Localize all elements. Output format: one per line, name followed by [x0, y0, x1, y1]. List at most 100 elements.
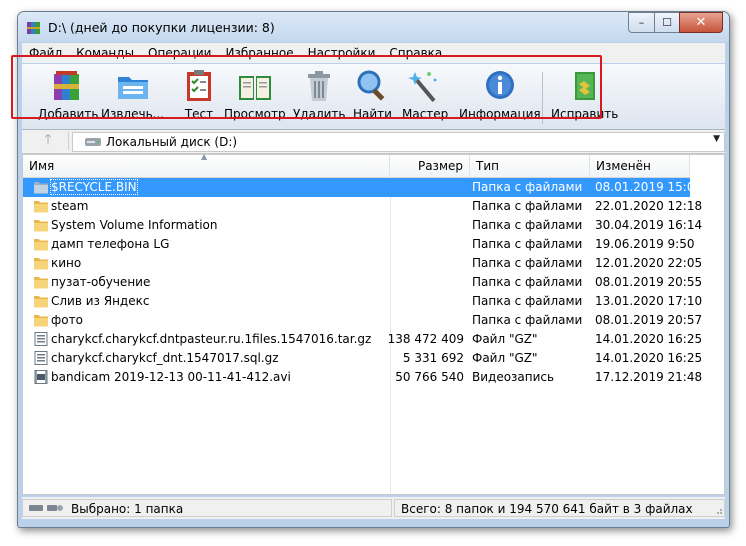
folder-icon	[34, 199, 48, 213]
file-row[interactable]: кино Папка с файлами 12.01.2020 22:05	[23, 254, 702, 273]
minimize-button[interactable]: –	[628, 12, 654, 33]
file-type: Видеозапись	[472, 370, 555, 384]
column-modified-label: Изменён	[596, 159, 651, 173]
close-button[interactable]: ✕	[679, 12, 723, 33]
column-type[interactable]: Тип	[470, 155, 590, 177]
maximize-button[interactable]: ☐	[654, 12, 679, 33]
file-name: $RECYCLE.BIN	[50, 179, 138, 195]
resize-grip-icon[interactable]	[713, 505, 723, 515]
find-button[interactable]: Найти	[353, 68, 392, 121]
view-label: Просмотр	[224, 107, 286, 121]
file-row[interactable]: пузат-обучение Папка с файлами 08.01.2019 …	[23, 273, 702, 292]
file-type: Папка с файлами	[472, 237, 583, 251]
find-magnifier-icon	[357, 70, 385, 101]
status-selected-text: Выбрано: 1 папка	[71, 502, 184, 516]
info-icon	[485, 71, 514, 99]
file-row[interactable]: bandicam 2019-12-13 00-11-41-412.avi 50 7…	[23, 368, 702, 387]
file-modified: 08.01.2019 20:55	[595, 275, 703, 289]
archive-file-icon	[34, 332, 48, 346]
file-modified: 08.01.2019 20:57	[595, 313, 703, 327]
wizard-button[interactable]: Мастер	[402, 68, 448, 121]
file-size: 138 472 409	[387, 332, 464, 346]
file-row[interactable]: steam Папка с файлами 22.01.2020 12:18	[23, 197, 702, 216]
file-row[interactable]: charykcf.charykcf.dntpasteur.ru.1files.1…	[23, 330, 702, 349]
file-type: Файл "GZ"	[472, 332, 538, 346]
status-total-text: Всего: 8 папок и 194 570 641 байт в 3 фа…	[401, 502, 693, 516]
trash-can-icon	[308, 71, 331, 101]
test-button[interactable]: Тест	[181, 68, 217, 121]
file-modified: 13.01.2020 17:10	[595, 294, 703, 308]
sort-up-icon: ▲	[201, 152, 208, 161]
drive-icon	[85, 138, 101, 146]
file-name: кино	[51, 256, 82, 270]
file-list[interactable]: Имя ▲ Размер Тип Изменён $RECYCLE.BIN Пап…	[22, 152, 725, 495]
file-modified: 08.01.2019 15:06	[595, 180, 703, 194]
file-size: 50 766 540	[395, 370, 464, 384]
video-file-icon	[34, 370, 48, 384]
list-header: Имя ▲ Размер Тип Изменён	[23, 152, 690, 178]
toolbar: Добавить Извлечь... Тест Просмотр Удалит…	[22, 64, 725, 130]
window-title: D:\ (дней до покупки лицензии: 8)	[48, 20, 275, 35]
file-modified: 14.01.2020 16:25	[595, 332, 703, 346]
file-type: Папка с файлами	[472, 180, 583, 194]
add-archive-icon	[54, 71, 80, 100]
file-modified: 30.04.2019 16:14	[595, 218, 703, 232]
file-type: Папка с файлами	[472, 294, 583, 308]
file-row[interactable]: фото Папка с файлами 08.01.2019 20:57	[23, 311, 702, 330]
file-type: Папка с файлами	[472, 199, 583, 213]
address-field[interactable]: Локальный диск (D:) ▼	[72, 132, 725, 152]
view-button[interactable]: Просмотр	[224, 68, 286, 121]
file-name: steam	[51, 199, 89, 213]
up-folder-button[interactable]: 🡑	[28, 132, 69, 150]
delete-label: Удалить	[293, 107, 346, 121]
status-bar: Выбрано: 1 папка Всего: 8 папок и 194 57…	[22, 497, 725, 519]
delete-button[interactable]: Удалить	[293, 68, 346, 121]
info-label: Информация	[459, 107, 541, 121]
folder-icon	[34, 294, 48, 308]
repair-button[interactable]: Исправить	[551, 68, 618, 121]
file-modified: 14.01.2020 16:25	[595, 351, 703, 365]
file-row[interactable]: charykcf.charykcf_dnt.1547017.sql.gz 5 33…	[23, 349, 702, 368]
column-type-label: Тип	[476, 159, 499, 173]
file-row[interactable]: дамп телефона LG Папка с файлами 19.06.201…	[23, 235, 694, 254]
file-name: bandicam 2019-12-13 00-11-41-412.avi	[51, 370, 291, 384]
folder-icon	[34, 218, 48, 232]
menu-favorites[interactable]: Избранное	[218, 46, 300, 60]
menu-help[interactable]: Справка	[382, 46, 449, 60]
file-row[interactable]: Слив из Яндекс Папка с файлами 13.01.2020 …	[23, 292, 702, 311]
test-clipboard-icon	[187, 70, 211, 101]
menu-operations[interactable]: Операции	[141, 46, 218, 60]
winrar-app-icon	[27, 22, 40, 34]
test-label: Тест	[184, 107, 214, 121]
menu-file[interactable]: Файл	[22, 46, 69, 60]
address-dropdown-icon[interactable]: ▼	[713, 134, 720, 144]
file-type: Файл "GZ"	[472, 351, 538, 365]
file-name: дамп телефона LG	[51, 237, 170, 251]
file-size: 5 331 692	[402, 351, 464, 365]
file-type: Папка с файлами	[472, 256, 583, 270]
info-button[interactable]: Информация	[459, 68, 541, 121]
wizard-wand-icon	[408, 72, 437, 103]
menu-commands[interactable]: Команды	[69, 46, 141, 60]
file-name: System Volume Information	[51, 218, 218, 232]
column-size[interactable]: Размер	[390, 155, 470, 177]
repair-label: Исправить	[551, 107, 619, 121]
file-row[interactable]: System Volume Information Папка с файлами…	[23, 216, 702, 235]
add-label: Добавить	[38, 107, 99, 121]
file-modified: 19.06.2019 9:50	[595, 237, 695, 251]
view-book-icon	[238, 76, 271, 100]
extract-button[interactable]: Извлечь...	[101, 68, 164, 121]
add-button[interactable]: Добавить	[38, 68, 98, 121]
column-modified[interactable]: Изменён	[590, 155, 690, 177]
archive-file-icon	[34, 351, 48, 365]
title-bar[interactable]: D:\ (дней до покупки лицензии: 8) – ☐ ✕	[18, 12, 729, 42]
status-right-panel: Всего: 8 папок и 194 570 641 байт в 3 фа…	[394, 499, 725, 517]
file-name: Слив из Яндекс	[51, 294, 150, 308]
folder-icon	[34, 256, 48, 270]
file-type: Папка с файлами	[472, 218, 583, 232]
menu-settings[interactable]: Настройки	[301, 46, 383, 60]
folder-icon	[34, 237, 48, 251]
file-row[interactable]: $RECYCLE.BIN Папка с файлами 08.01.2019 15…	[23, 178, 702, 197]
file-type: Папка с файлами	[472, 313, 583, 327]
column-name[interactable]: Имя ▲	[23, 152, 390, 177]
